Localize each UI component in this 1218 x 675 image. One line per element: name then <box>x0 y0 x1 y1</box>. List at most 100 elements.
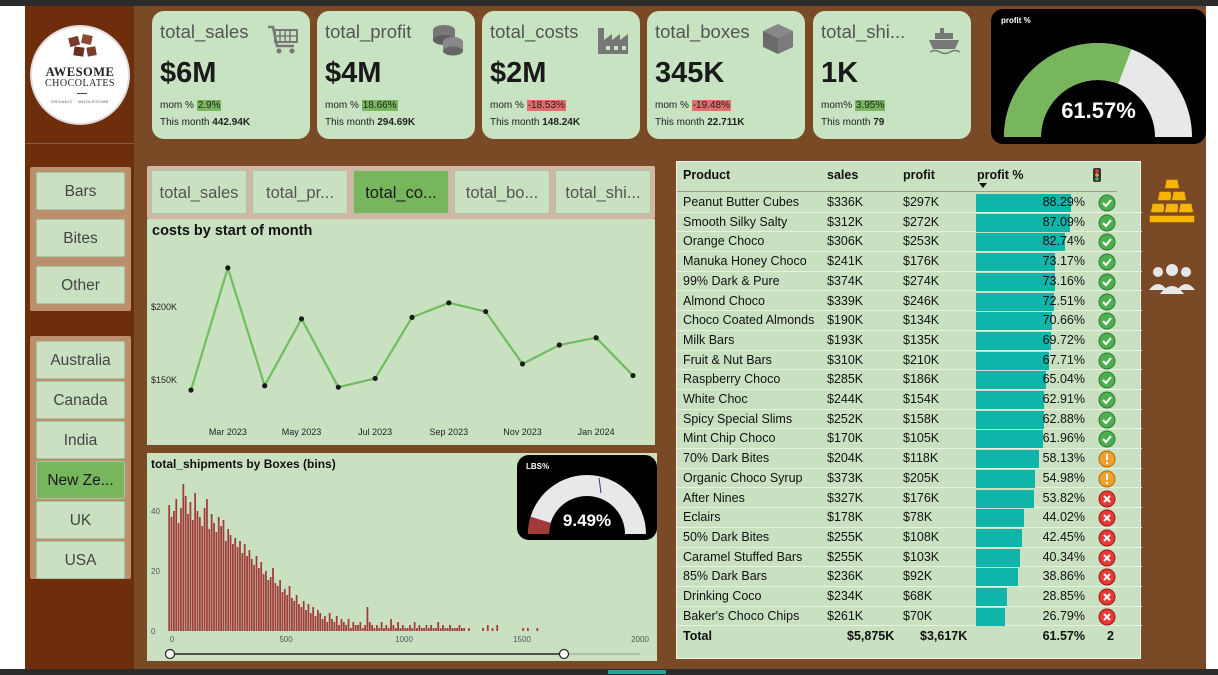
table-row[interactable]: Orange Choco $306K $253K 82.74% <box>677 232 1142 253</box>
histogram-bar[interactable] <box>416 628 418 631</box>
tab-total-boxes[interactable]: total_bo... <box>454 170 550 214</box>
histogram-bar[interactable] <box>227 529 230 631</box>
histogram-bar[interactable] <box>307 604 310 631</box>
histogram-bar[interactable] <box>291 598 293 631</box>
histogram-bar[interactable] <box>182 484 185 631</box>
histogram-bar[interactable] <box>194 493 197 631</box>
histogram-bar[interactable] <box>423 628 425 631</box>
histogram-bar[interactable] <box>444 628 447 631</box>
histogram-bar[interactable] <box>399 628 402 631</box>
histogram-bar[interactable] <box>378 628 381 631</box>
gold-bars-icon[interactable] <box>1146 175 1198 227</box>
table-row[interactable]: Organic Choco Syrup $373K $205K 54.98% <box>677 469 1142 489</box>
table-row[interactable]: Drinking Coco $234K $68K 28.85% <box>677 587 1142 607</box>
histogram-bar[interactable] <box>354 625 357 631</box>
histogram-bar[interactable] <box>173 511 175 631</box>
table-row[interactable]: Peanut Butter Cubes $336K $297K 88.29% <box>677 193 1142 213</box>
histogram-bar[interactable] <box>241 553 244 631</box>
data-point[interactable] <box>188 387 194 393</box>
data-point[interactable] <box>446 300 452 306</box>
histogram-bar[interactable] <box>269 577 272 631</box>
histogram-bar[interactable] <box>239 541 241 631</box>
histogram-bar[interactable] <box>413 622 416 631</box>
histogram-bar[interactable] <box>463 628 466 631</box>
histogram-bar[interactable] <box>357 625 359 631</box>
histogram-bar[interactable] <box>432 628 435 631</box>
histogram-bar[interactable] <box>189 502 192 631</box>
column-header-sales[interactable]: sales <box>827 168 858 182</box>
histogram-bar[interactable] <box>248 550 251 631</box>
histogram-bar[interactable] <box>350 628 352 631</box>
histogram-bar[interactable] <box>215 532 218 631</box>
range-slider-min-handle[interactable] <box>164 648 176 660</box>
column-header-product[interactable]: Product <box>683 168 730 182</box>
histogram-bar[interactable] <box>496 625 499 631</box>
histogram-bar[interactable] <box>437 622 440 631</box>
histogram-bar[interactable] <box>397 622 399 631</box>
histogram-bar[interactable] <box>387 628 390 631</box>
histogram-bar[interactable] <box>394 628 397 631</box>
histogram-bar[interactable] <box>486 625 489 631</box>
histogram-bar[interactable] <box>425 625 428 631</box>
histogram-bar[interactable] <box>418 625 421 631</box>
histogram-bar[interactable] <box>288 586 291 631</box>
histogram-bar[interactable] <box>234 538 237 631</box>
histogram-bar[interactable] <box>338 625 340 631</box>
histogram-bar[interactable] <box>439 628 442 631</box>
histogram-bar[interactable] <box>468 628 470 631</box>
slicer-item-bars[interactable]: Bars <box>36 172 125 210</box>
data-point[interactable] <box>262 383 268 389</box>
histogram-bar[interactable] <box>326 622 329 631</box>
range-slider-max-handle[interactable] <box>558 648 570 660</box>
table-row[interactable]: Fruit & Nut Bars $310K $210K 67.71% <box>677 351 1142 371</box>
histogram-bar[interactable] <box>196 511 199 631</box>
histogram-bar[interactable] <box>420 628 423 631</box>
data-point[interactable] <box>372 375 378 382</box>
histogram-bar[interactable] <box>168 505 171 631</box>
table-row[interactable]: Almond Choco $339K $246K 72.51% <box>677 292 1142 312</box>
histogram-bar[interactable] <box>404 628 407 631</box>
histogram-bar[interactable] <box>456 628 458 631</box>
slicer-item-bites[interactable]: Bites <box>36 219 125 257</box>
histogram-bar[interactable] <box>371 625 374 631</box>
table-row[interactable]: Smooth Silky Salty $312K $272K 87.09% <box>677 213 1142 233</box>
histogram-bar[interactable] <box>208 529 211 631</box>
histogram-bar[interactable] <box>527 628 529 631</box>
table-row[interactable]: 70% Dark Bites $204K $118K 58.13% <box>677 449 1142 469</box>
data-point[interactable] <box>298 316 305 322</box>
histogram-bar[interactable] <box>458 625 461 631</box>
histogram-bar[interactable] <box>434 628 437 631</box>
histogram-bar[interactable] <box>281 592 284 631</box>
histogram-bar[interactable] <box>453 628 456 631</box>
data-point[interactable] <box>593 335 599 341</box>
column-header-profit[interactable]: profit <box>903 168 935 182</box>
histogram-bar[interactable] <box>375 625 378 631</box>
table-row[interactable]: Eclairs $178K $78K 44.02% <box>677 508 1142 528</box>
histogram-bar[interactable] <box>177 523 180 631</box>
histogram-bar[interactable] <box>333 622 336 631</box>
table-row[interactable]: 99% Dark & Pure $374K $274K 73.16% <box>677 272 1142 292</box>
slicer-item-new-zealand[interactable]: New Ze... <box>36 461 125 499</box>
histogram-bar[interactable] <box>316 610 319 631</box>
histogram-bar[interactable] <box>276 586 279 631</box>
histogram-bar[interactable] <box>449 625 451 631</box>
table-row[interactable]: Baker's Choco Chips $261K $70K 26.79% <box>677 607 1142 627</box>
histogram-bar[interactable] <box>203 508 206 631</box>
histogram-bar[interactable] <box>224 541 227 631</box>
histogram-bar[interactable] <box>232 544 234 631</box>
column-header-profit-pct[interactable]: profit % <box>977 168 1024 182</box>
histogram-bar[interactable] <box>366 607 369 631</box>
histogram-bar[interactable] <box>305 610 307 631</box>
tab-total-sales[interactable]: total_sales <box>151 170 247 214</box>
people-icon[interactable] <box>1146 260 1198 300</box>
slicer-item-uk[interactable]: UK <box>36 501 125 539</box>
table-row[interactable]: Choco Coated Almonds $190K $134K 70.66% <box>677 311 1142 331</box>
histogram-bar[interactable] <box>373 628 376 631</box>
table-row[interactable]: Mint Chip Choco $170K $105K 61.96% <box>677 429 1142 450</box>
tab-total-profit[interactable]: total_pr... <box>252 170 348 214</box>
histogram-bar[interactable] <box>206 499 208 631</box>
histogram-bar[interactable] <box>229 535 232 631</box>
table-row[interactable]: Manuka Honey Choco $241K $176K 73.17% <box>677 252 1142 272</box>
histogram-bar[interactable] <box>335 616 338 631</box>
slicer-item-canada[interactable]: Canada <box>36 381 125 419</box>
